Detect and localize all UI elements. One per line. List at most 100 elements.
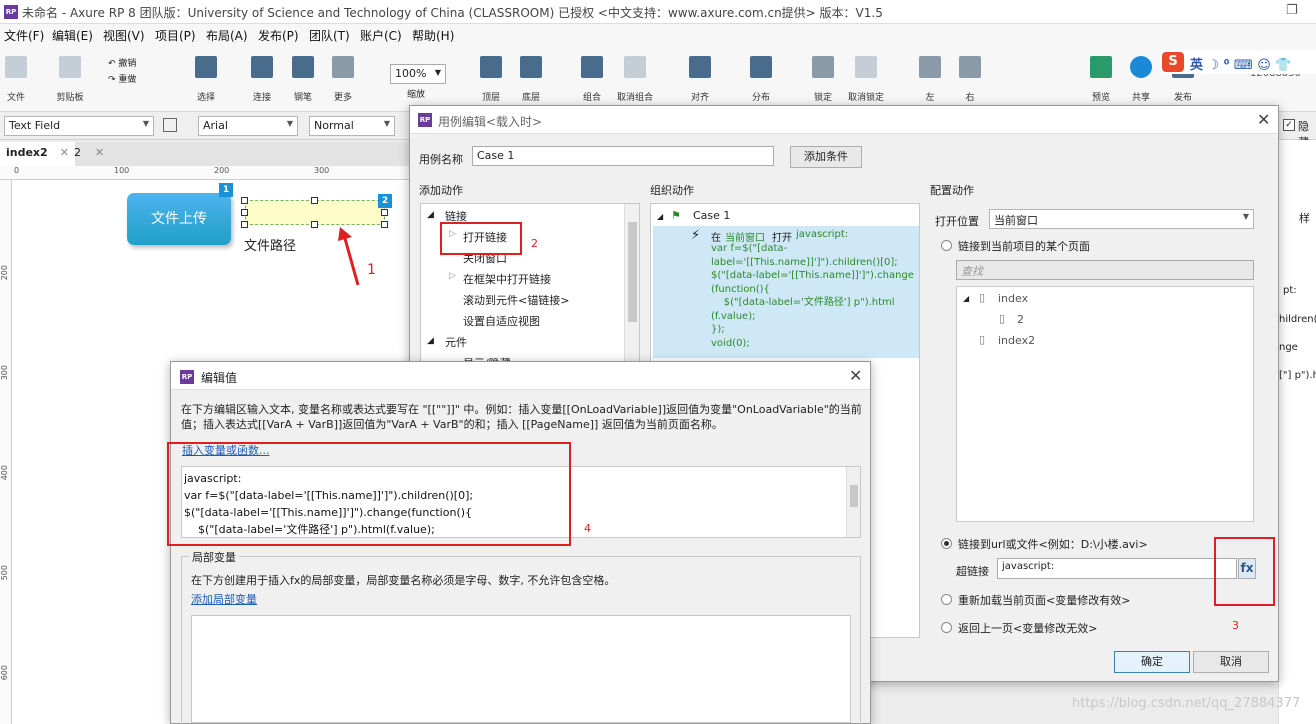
tree-item-scroll-to[interactable]: 滚动到元件<锚链接> [463,292,569,308]
style-icon[interactable] [163,118,177,132]
open-location-select[interactable]: 当前窗口 ▼ [989,209,1254,229]
page-index2[interactable]: index2 [998,334,1035,347]
chevron-down-icon: ▼ [286,119,293,128]
menu-publish[interactable]: 发布(P) [258,27,299,44]
action-code: var f=$("[data- label='[[This.name]]']")… [711,243,914,349]
collapse-icon[interactable]: ◢ [657,212,663,221]
font-style-select[interactable]: Normal ▼ [309,116,395,136]
open-location-label: 打开位置 [935,215,979,228]
hyperlink-input[interactable]: javascript: [997,558,1237,579]
collapse-icon[interactable]: ◢ [427,336,434,346]
window-title: 未命名 - Axure RP 8 团队版：University of Scien… [22,6,883,20]
vertical-ruler: 200 300 400 500 600 [0,180,12,724]
resize-handle[interactable] [311,197,318,204]
tree-group-widget[interactable]: 元件 [445,334,467,350]
dialog-title: 用例编辑<载入时> [438,115,543,129]
case-label[interactable]: Case 1 [693,209,730,222]
go-back-label: 返回上一页<变量修改无效> [958,622,1098,635]
go-back-radio[interactable] [941,622,952,633]
ok-button[interactable]: 确定 [1114,651,1190,673]
upload-button-widget[interactable]: 文件上传 [127,193,231,245]
right-button[interactable]: 右 [942,56,998,103]
distribute-button[interactable]: 分布 [733,56,789,103]
menu-edit[interactable]: 编辑(E) [52,27,93,44]
menu-account[interactable]: 账户(C) [360,27,402,44]
link-page-radio[interactable] [941,240,952,251]
local-variables-list[interactable] [191,615,851,723]
menu-project[interactable]: 项目(P) [155,27,196,44]
align-button[interactable]: 对齐 [672,56,728,103]
page-search-input[interactable]: 查找 [956,260,1254,280]
unlock-button[interactable]: 取消锁定 [838,56,894,103]
resize-handle[interactable] [241,197,248,204]
watermark: https://blog.csdn.net/qq_27884377 [1072,696,1301,711]
more-button[interactable]: 更多 [315,56,371,103]
expand-icon[interactable]: ▷ [449,271,456,281]
toolbar: 文件 剪贴板 ↶ 撤销 ↷ 重做 选择 连接 钢笔 更多 顶层 底层 组合 取消… [0,46,1316,112]
file-path-label-widget[interactable]: 文件路径 [244,235,296,254]
menu-view[interactable]: 视图(V) [103,27,145,44]
resize-handle[interactable] [241,209,248,216]
widget-badge: 2 [378,194,392,208]
case-name-input[interactable]: Case 1 [472,146,774,166]
right-panel: 样 pt: hildren()[0 nge ["] p").htn [1278,140,1316,724]
horizontal-ruler: 0 100 200 300 [0,166,410,180]
chevron-down-icon: ▼ [142,119,149,128]
page-index[interactable]: index [998,292,1028,305]
select-button[interactable]: 选择 [178,56,234,103]
case-name-label: 用例名称 [419,153,463,166]
add-action-heading: 添加动作 [419,184,463,197]
widget-type-select[interactable]: Text Field ▼ [4,116,154,136]
tab-2[interactable]: 2 ✕ [68,142,110,166]
scrollbar[interactable] [846,467,860,537]
right-icon [959,56,981,78]
menu-file[interactable]: 文件(F) [4,27,44,44]
font-select[interactable]: Arial ▼ [198,116,298,136]
resize-handle[interactable] [311,221,318,228]
collapse-icon[interactable]: ◢ [963,294,969,303]
link-url-radio[interactable] [941,538,952,549]
resize-handle[interactable] [241,221,248,228]
reload-page-radio[interactable] [941,594,952,605]
tree-item-adaptive-view[interactable]: 设置自适应视图 [463,313,540,329]
menu-layout[interactable]: 布局(A) [206,27,248,44]
undo-button[interactable]: ↶ 撤销 [108,56,136,69]
action-item[interactable]: ⚡ 在 当前窗口 打开 javascript: var f=$("[data- … [653,226,919,358]
scrollbar-thumb[interactable] [850,485,858,507]
tree-item-open-in-frame[interactable]: 在框架中打开链接 [463,271,551,287]
clipboard-button[interactable]: 剪贴板 [42,56,98,103]
restore-window-icon[interactable]: ❐ [1286,3,1298,18]
send-to-back-button[interactable]: 底层 [503,56,559,103]
annotation-number: 3 [1232,619,1239,632]
annotation-number: 1 [367,262,376,278]
menu-help[interactable]: 帮助(H) [412,27,454,44]
redo-button[interactable]: ↷ 重做 [108,72,136,85]
undo-icon: ↶ [108,59,119,69]
scrollbar-thumb[interactable] [628,222,637,322]
tab-index2[interactable]: index2 ✕ [0,142,75,166]
more-icon [332,56,354,78]
close-icon[interactable]: ✕ [1257,110,1270,129]
page-tabs: index2 ✕ 2 ✕ [0,142,410,166]
add-condition-button[interactable]: 添加条件 [790,146,862,168]
page-2[interactable]: 2 [1017,313,1024,326]
collapse-icon[interactable]: ◢ [427,210,434,220]
zoom-select[interactable]: 100% ▼ [390,64,446,84]
dialog-title-bar: RP 用例编辑<载入时> ✕ [410,106,1278,134]
top-layer-icon [480,56,502,78]
add-local-variable-link[interactable]: 添加局部变量 [191,591,257,607]
distribute-icon [750,56,772,78]
file-button[interactable]: 文件 [0,56,44,103]
resize-handle[interactable] [381,209,388,216]
menu-team[interactable]: 团队(T) [309,27,350,44]
rp-logo-icon: RP [180,370,194,384]
annotation-box [440,222,522,255]
close-icon[interactable]: ✕ [95,146,104,159]
hidden-checkbox[interactable]: ✓ [1283,119,1295,131]
close-icon[interactable]: ✕ [849,366,862,385]
page-icon: ▯ [979,291,986,304]
resize-handle[interactable] [381,221,388,228]
ime-toolbar[interactable]: S 英 ☽ ⁰ ⌨ ☺ 👕 [1160,50,1316,74]
ungroup-button[interactable]: 取消组合 [607,56,663,103]
cancel-button[interactable]: 取消 [1193,651,1269,673]
